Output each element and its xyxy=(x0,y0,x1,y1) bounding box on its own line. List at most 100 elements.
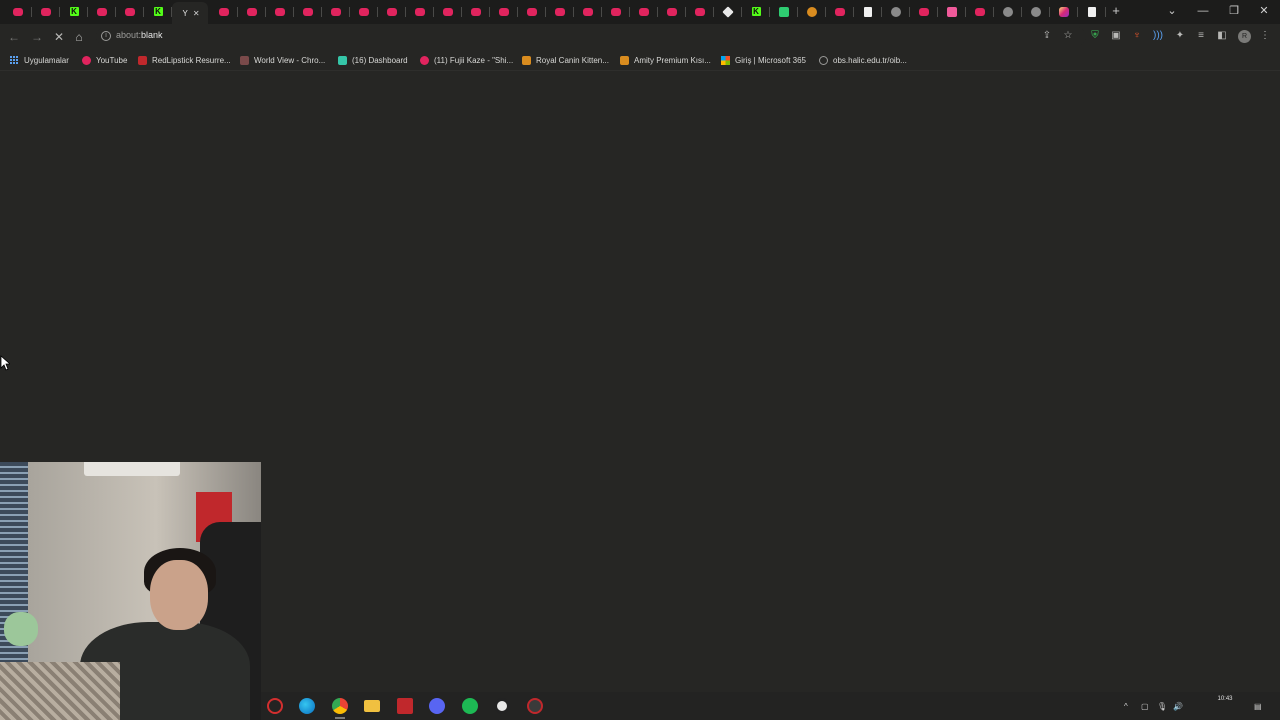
adblock-shield-icon[interactable]: ⛨ xyxy=(1089,30,1101,42)
bookmark-label: obs.halic.edu.tr/oib... xyxy=(833,55,907,65)
extension-gray-icon[interactable]: ▣ xyxy=(1110,30,1122,42)
tab[interactable] xyxy=(994,3,1022,20)
tab[interactable] xyxy=(630,3,658,20)
tab[interactable] xyxy=(406,3,434,20)
bookmark-label: YouTube xyxy=(96,55,128,65)
tray-network-icon[interactable]: ▢ xyxy=(1141,702,1149,711)
tab[interactable] xyxy=(854,3,882,20)
discord-icon[interactable] xyxy=(429,698,445,714)
tab-search-button[interactable]: ⌄ xyxy=(1164,4,1180,18)
forward-icon[interactable]: → xyxy=(29,29,45,45)
new-tab-button[interactable]: + xyxy=(1108,4,1124,18)
reading-list-icon[interactable]: ≡ xyxy=(1195,30,1207,42)
address-bar[interactable]: i about:blank xyxy=(96,27,1086,46)
bookmark-item[interactable]: Royal Canin Kitten... xyxy=(522,54,609,66)
tab[interactable] xyxy=(826,3,854,20)
close-tab-icon[interactable]: ✕ xyxy=(193,9,200,18)
tray-mic-icon[interactable]: 🎙 xyxy=(1157,702,1167,711)
tab[interactable] xyxy=(574,3,602,20)
bookmark-item[interactable]: Giriş | Microsoft 365 xyxy=(721,54,806,66)
profile-avatar[interactable]: R xyxy=(1238,30,1251,43)
tab[interactable]: K xyxy=(144,3,172,20)
bookmark-item[interactable]: RedLipstick Resurre... xyxy=(138,54,231,66)
tray-chevron-icon[interactable]: ^ xyxy=(1124,702,1128,711)
notification-icon[interactable]: ▤ xyxy=(1254,702,1262,711)
menu-kebab-icon[interactable]: ⋮ xyxy=(1259,30,1271,42)
tab[interactable] xyxy=(378,3,406,20)
taskbar-clock[interactable]: 10:43 xyxy=(1213,696,1237,702)
tab[interactable] xyxy=(238,3,266,20)
tab[interactable] xyxy=(490,3,518,20)
tray-volume-icon[interactable]: 🔊 xyxy=(1173,702,1183,711)
share-icon[interactable]: ⇪ xyxy=(1041,30,1053,42)
youtube-icon xyxy=(219,7,229,16)
youtube-icon xyxy=(695,7,705,16)
tab[interactable] xyxy=(602,3,630,20)
side-panel-icon[interactable]: ◧ xyxy=(1216,30,1228,42)
tab[interactable] xyxy=(266,3,294,20)
tab[interactable] xyxy=(322,3,350,20)
extension-fox-icon[interactable]: ♆ xyxy=(1131,30,1143,42)
tab[interactable] xyxy=(1022,3,1050,20)
tab[interactable] xyxy=(910,3,938,20)
tab-active[interactable]: Y ✕ xyxy=(172,2,208,24)
info-icon[interactable]: i xyxy=(101,31,111,41)
tab[interactable] xyxy=(4,3,32,20)
opera-gx-icon[interactable] xyxy=(267,698,283,714)
bookmark-star-icon[interactable]: ☆ xyxy=(1062,30,1074,42)
tab[interactable] xyxy=(88,3,116,20)
tab[interactable] xyxy=(32,3,60,20)
home-icon[interactable]: ⌂ xyxy=(71,29,87,45)
stop-loading-icon[interactable]: ✕ xyxy=(51,29,67,45)
youtube-icon xyxy=(387,7,397,16)
bookmark-item[interactable]: World View - Chro... xyxy=(240,54,325,66)
tab[interactable] xyxy=(294,3,322,20)
tab[interactable]: K xyxy=(60,3,88,20)
spotify-icon[interactable] xyxy=(462,698,478,714)
tab[interactable] xyxy=(1050,3,1078,20)
extension-audio-icon[interactable]: ))) xyxy=(1152,30,1164,42)
tab[interactable] xyxy=(686,3,714,20)
tab[interactable] xyxy=(658,3,686,20)
tab[interactable] xyxy=(350,3,378,20)
tab[interactable]: K xyxy=(742,3,770,20)
minimize-button[interactable]: — xyxy=(1195,4,1211,18)
back-icon[interactable]: ← xyxy=(6,29,22,45)
tab[interactable] xyxy=(462,3,490,20)
document-icon xyxy=(864,6,872,17)
bookmark-item[interactable]: (11) Fujii Kaze - "Shi... xyxy=(420,54,513,66)
file-explorer-icon[interactable] xyxy=(364,700,380,712)
webcam-overlay xyxy=(0,462,261,720)
bookmark-item[interactable]: Uygulamalar xyxy=(10,54,69,66)
tab[interactable] xyxy=(798,3,826,20)
close-window-button[interactable]: ✕ xyxy=(1256,4,1272,18)
bookmark-item[interactable]: Amity Premium Kısı... xyxy=(620,54,711,66)
chrome-icon[interactable] xyxy=(332,698,348,719)
tab[interactable] xyxy=(938,3,966,20)
tab-label: Y xyxy=(182,8,188,18)
tab[interactable] xyxy=(882,3,910,20)
tab[interactable] xyxy=(546,3,574,20)
recording-app-icon[interactable] xyxy=(527,698,543,714)
extensions-puzzle-icon[interactable]: ✦ xyxy=(1174,30,1186,42)
image-icon xyxy=(240,55,249,65)
tab[interactable] xyxy=(116,3,144,20)
obs-icon[interactable] xyxy=(494,698,510,714)
bookmark-item[interactable]: obs.halic.edu.tr/oib... xyxy=(819,54,907,66)
youtube-icon xyxy=(555,7,565,16)
tab[interactable] xyxy=(518,3,546,20)
bookmark-item[interactable]: YouTube xyxy=(82,54,127,66)
tab[interactable] xyxy=(1078,3,1106,20)
bookmark-item[interactable]: (16) Dashboard xyxy=(338,54,408,66)
tab[interactable] xyxy=(966,3,994,20)
restore-button[interactable]: ❐ xyxy=(1226,4,1242,18)
tab[interactable] xyxy=(770,3,798,20)
edge-icon[interactable] xyxy=(299,698,315,714)
url-text[interactable]: about:blank xyxy=(116,30,163,40)
bed-blanket xyxy=(0,662,120,720)
youtube-icon xyxy=(303,7,313,16)
tab[interactable] xyxy=(434,3,462,20)
voicemeeter-icon[interactable] xyxy=(397,698,413,714)
tab[interactable] xyxy=(714,3,742,20)
tab[interactable] xyxy=(210,3,238,20)
